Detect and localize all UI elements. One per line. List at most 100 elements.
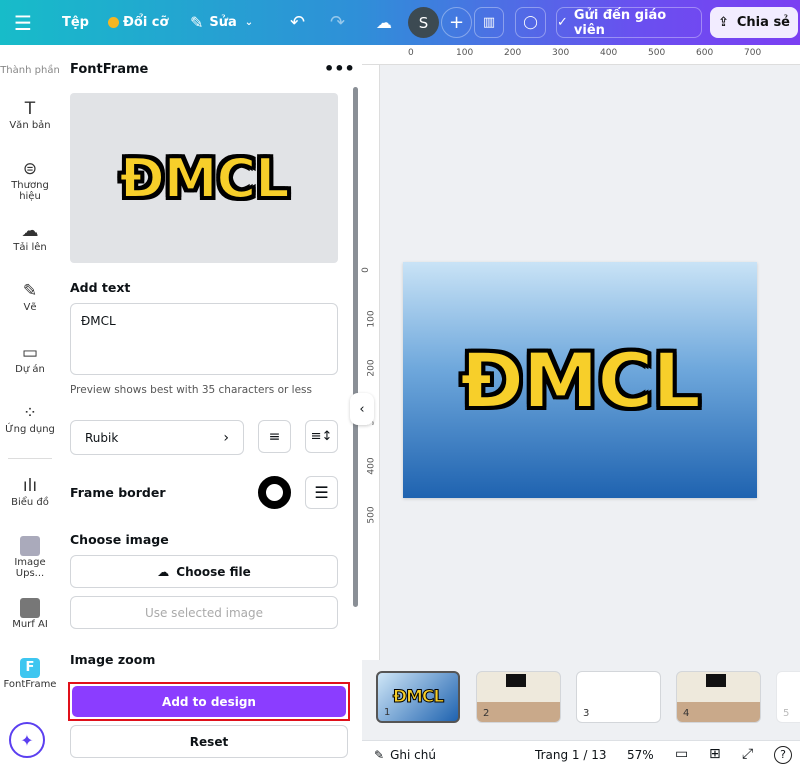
zoom-level[interactable]: 57% xyxy=(627,748,654,762)
comments-button[interactable]: ◯ xyxy=(515,7,546,38)
send-to-teacher-button[interactable]: ✓ Gửi đến giáo viên xyxy=(556,7,702,38)
undo-icon[interactable]: ↶ xyxy=(290,0,305,45)
page-view-icon[interactable]: ▭ xyxy=(675,746,688,762)
rail-label: Vẽ xyxy=(23,302,37,313)
page-thumb-5[interactable]: 5 xyxy=(776,671,800,723)
pencil-icon: ✎ xyxy=(190,13,204,32)
rail-label: Tải lên xyxy=(13,242,47,253)
rail-item-projects[interactable]: ▭ Dự án xyxy=(0,342,60,375)
resize-button[interactable]: Đổi cỡ xyxy=(108,0,168,45)
ruler-tick-label: 0 xyxy=(408,48,414,58)
rail-item-brand[interactable]: ⊜ Thương hiệu xyxy=(0,158,60,202)
ruler-tick-label: 100 xyxy=(456,48,474,58)
thumb-logo: ĐMCL xyxy=(392,687,445,708)
rail-item-apps[interactable]: ⁘ Ứng dụng xyxy=(0,402,60,435)
rail-item-uploads[interactable]: ☁ Tải lên xyxy=(0,220,60,253)
share-label: Chia sẻ xyxy=(736,15,790,30)
rail-label: Thành phần xyxy=(0,65,60,76)
redo-icon[interactable]: ↷ xyxy=(330,0,345,45)
choose-file-label: Choose file xyxy=(176,564,251,579)
font-select[interactable]: Rubik › xyxy=(70,420,244,455)
chart-icon: ılı xyxy=(22,476,38,496)
ruler-tick-label: 500 xyxy=(648,48,666,58)
top-bar: ☰ Tệp Đổi cỡ ✎ Sửa ⌄ ↶ ↷ ☁ + S ▥ ◯ ✓ Gửi đế… xyxy=(0,0,800,45)
line-spacing-button[interactable]: ≡↕ xyxy=(305,420,338,453)
rail-item-elements[interactable]: Thành phần xyxy=(0,65,60,76)
rail-label: Image Ups... xyxy=(14,557,46,579)
line-spacing-icon: ≡↕ xyxy=(310,429,333,444)
align-center-button[interactable]: ≡ xyxy=(258,420,291,453)
collapse-panel-button[interactable]: ‹ xyxy=(350,393,374,425)
choose-image-label: Choose image xyxy=(70,532,169,547)
rail-label: Văn bản xyxy=(9,120,51,131)
notes-label: Ghi chú xyxy=(390,748,436,762)
ruler-tick-label: 600 xyxy=(696,48,714,58)
page-number: 3 xyxy=(583,708,590,719)
fullscreen-icon[interactable]: ⤢ xyxy=(742,746,753,762)
design-logo-text[interactable]: ĐMCL xyxy=(459,335,702,426)
page-number: 4 xyxy=(683,708,690,719)
rail-label: Dự án xyxy=(15,364,45,375)
design-page[interactable]: ĐMCL xyxy=(403,262,757,498)
preview-logo-text: ĐMCL xyxy=(118,146,290,211)
notes-button[interactable]: ✎ Ghi chú xyxy=(374,748,436,762)
border-color-swatch[interactable] xyxy=(258,476,291,509)
file-menu[interactable]: Tệp xyxy=(62,0,89,45)
highlight-box: Add to design xyxy=(68,682,350,721)
top-ruler: 0 100 200 300 400 500 600 700 xyxy=(362,45,800,65)
share-button[interactable]: ⇪ Chia sẻ xyxy=(710,7,798,38)
ruler-tick-label: 400 xyxy=(366,457,377,475)
check-circle-icon: ✓ xyxy=(557,15,568,30)
text-input[interactable]: ĐMCL xyxy=(70,303,338,375)
rail-item-draw[interactable]: ✎ Vẽ xyxy=(0,280,60,313)
ruler-tick-label: 700 xyxy=(744,48,762,58)
rail-item-image-upscaler[interactable]: Image Ups... xyxy=(0,535,60,579)
rail-item-fontframe[interactable]: F FontFrame xyxy=(0,657,60,690)
cloud-saved-icon[interactable]: ☁ xyxy=(376,0,392,45)
page-thumb-2[interactable]: 2 xyxy=(476,671,561,723)
ruler-tick-label: 400 xyxy=(600,48,618,58)
reset-button[interactable]: Reset xyxy=(70,725,348,758)
draw-icon: ✎ xyxy=(22,281,38,301)
bottom-bar: ✎ Ghi chú Trang 1 / 13 57% ▭ ⊞ ⤢ ? xyxy=(362,740,800,770)
chevron-right-icon: › xyxy=(223,429,229,446)
add-collaborator-button[interactable]: + xyxy=(441,7,472,38)
magic-ai-button[interactable]: ✦ xyxy=(9,722,45,758)
add-to-design-button[interactable]: Add to design xyxy=(72,686,346,717)
page-thumb-3[interactable]: 3 xyxy=(576,671,661,723)
choose-file-button[interactable]: ☁ Choose file xyxy=(70,555,338,588)
menu-icon[interactable]: ☰ xyxy=(14,0,32,45)
ruler-tick-label: 300 xyxy=(552,48,570,58)
image-upscaler-icon xyxy=(0,535,60,557)
edit-label: Sửa xyxy=(209,15,237,30)
rail-item-murf[interactable]: Murf AI xyxy=(0,597,60,630)
sparkle-icon: ✦ xyxy=(20,730,34,750)
ruler-tick-label: 200 xyxy=(504,48,522,58)
page-number: 5 xyxy=(783,708,790,719)
insights-button[interactable]: ▥ xyxy=(474,7,504,38)
align-center-icon: ≡ xyxy=(268,428,281,445)
edit-menu[interactable]: ✎ Sửa ⌄ xyxy=(190,0,253,45)
avatar[interactable]: S xyxy=(408,7,439,38)
page-thumb-1[interactable]: ĐMCL 1 xyxy=(376,671,460,723)
rail-label: Murf AI xyxy=(12,619,48,630)
chevron-left-icon: ‹ xyxy=(359,401,365,417)
bar-chart-icon: ▥ xyxy=(482,15,496,30)
comment-icon: ◯ xyxy=(523,15,538,30)
panel-scrollbar[interactable] xyxy=(353,87,358,607)
page-thumbnails: ĐMCL 1 2 3 4 5 xyxy=(362,660,800,740)
grid-view-icon[interactable]: ⊞ xyxy=(709,746,721,762)
send-label: Gửi đến giáo viên xyxy=(573,7,667,38)
ruler-tick-label: 100 xyxy=(366,310,377,328)
rail-item-charts[interactable]: ılı Biểu đồ xyxy=(0,475,60,508)
page-thumb-4[interactable]: 4 xyxy=(676,671,761,723)
page-indicator[interactable]: Trang 1 / 13 xyxy=(535,748,606,762)
rail-item-text[interactable]: T Văn bản xyxy=(0,98,60,131)
more-options-icon[interactable]: ••• xyxy=(324,59,355,78)
border-weight-icon: ☰ xyxy=(314,483,329,502)
use-selected-image-button[interactable]: Use selected image xyxy=(70,596,338,629)
border-weight-button[interactable]: ☰ xyxy=(305,476,338,509)
left-ruler: 0100200300400500 xyxy=(361,65,380,660)
share-icon: ⇪ xyxy=(717,15,729,30)
help-icon[interactable]: ? xyxy=(774,746,792,764)
